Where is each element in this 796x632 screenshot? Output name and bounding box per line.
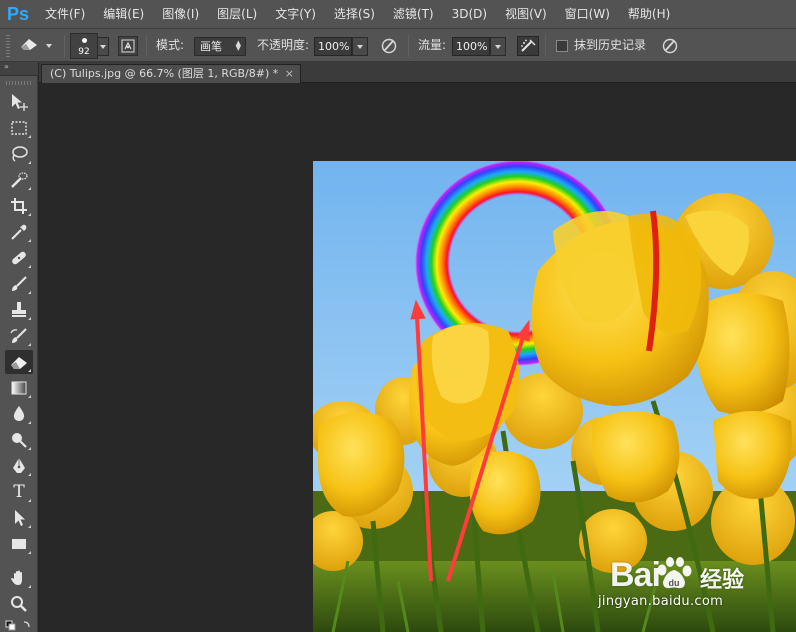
menu-file[interactable]: 文件(F) [36,0,94,28]
opacity-input[interactable]: 100% [314,37,352,56]
lasso-tool-icon[interactable] [5,142,33,166]
brush-tool-icon[interactable] [5,272,33,296]
baidu-paw-icon: du [654,556,694,595]
divider [64,35,65,57]
divider [545,35,546,57]
mode-label: 模式: [156,38,185,52]
airbrush-toggle[interactable] [517,36,539,56]
flow-dropdown[interactable] [490,37,506,56]
crop-tool-icon[interactable] [5,194,33,218]
document-tab[interactable]: (C) Tulips.jpg @ 66.7% (图层 1, RGB/8#) * … [41,64,301,83]
airbrush-icon [521,39,536,52]
menu-type[interactable]: 文字(Y) [266,0,325,28]
eyedropper-tool-icon[interactable] [5,220,33,244]
path-selection-tool-icon[interactable] [5,506,33,530]
menu-edit[interactable]: 编辑(E) [94,0,153,28]
svg-text:du: du [669,578,680,588]
chevron-down-icon [357,44,363,49]
chevron-down-icon [100,44,106,49]
menu-view[interactable]: 视图(V) [496,0,556,28]
watermark-brand: Bai [610,556,661,594]
flow-input[interactable]: 100% [452,37,490,56]
options-bar: 92 模式: 画笔 ▲ ▼ 不透明度: 100% 流量: 100% 抹到历史记录 [0,28,796,62]
flow-label: 流量: [418,38,447,52]
gradient-tool-icon[interactable] [5,376,33,400]
menu-bar: Ps 文件(F) 编辑(E) 图像(I) 图层(L) 文字(Y) 选择(S) 滤… [0,0,796,28]
menu-window[interactable]: 窗口(W) [556,0,619,28]
type-tool-icon[interactable]: T [5,480,33,504]
tool-preset-picker[interactable] [18,29,52,62]
marquee-tool-icon[interactable] [5,116,33,140]
zoom-tool-icon[interactable] [5,592,33,616]
opacity-label: 不透明度: [257,38,310,52]
erase-to-history-label: 抹到历史记录 [574,38,647,52]
healing-brush-tool-icon[interactable] [5,246,33,270]
document-tab-title: (C) Tulips.jpg @ 66.7% (图层 1, RGB/8#) * [50,67,279,80]
default-colors-icon[interactable] [4,618,34,632]
menu-filter[interactable]: 滤镜(T) [384,0,443,28]
chevron-down-icon [46,43,52,48]
options-bar-grip[interactable] [6,35,10,57]
pen-pressure-icon [381,38,397,54]
brush-preset-picker[interactable]: 92 [70,33,98,59]
divider [146,35,147,57]
watermark-brand-cn: 经验 [700,568,745,593]
quick-selection-tool-icon[interactable] [5,168,33,192]
opacity-dropdown[interactable] [352,37,368,56]
rectangle-tool-icon[interactable] [5,532,33,556]
pen-tool-icon[interactable] [5,454,33,478]
document-tab-bar: (C) Tulips.jpg @ 66.7% (图层 1, RGB/8#) * … [39,62,796,83]
watermark-url: jingyan.baidu.com [598,594,724,609]
photoshop-logo: Ps [6,3,30,24]
pen-pressure-size-icon [662,38,678,54]
menu-image[interactable]: 图像(I) [153,0,208,28]
brush-tip-icon [82,38,87,43]
mode-select[interactable]: 画笔 ▲ ▼ [194,37,246,56]
collapse-icon: » [4,62,9,71]
eraser-tool-icon[interactable] [5,350,33,374]
menu-help[interactable]: 帮助(H) [619,0,679,28]
brush-panel-toggle[interactable] [118,36,138,56]
tools-panel-header[interactable]: » [0,62,38,76]
menu-select[interactable]: 选择(S) [325,0,384,28]
pressure-opacity-button[interactable] [378,36,400,56]
move-tool-icon[interactable] [5,90,33,114]
erase-to-history-checkbox[interactable] [556,40,568,52]
dodge-tool-icon[interactable] [5,428,33,452]
close-icon[interactable]: × [285,65,294,82]
mode-value: 画笔 [200,40,222,53]
updown-arrows-icon: ▲ ▼ [235,39,241,52]
brush-preset-dropdown[interactable] [97,37,109,56]
tools-panel: » T [0,62,38,632]
pressure-size-button[interactable] [659,36,681,56]
menu-3d[interactable]: 3D(D) [443,0,496,28]
baidu-jingyan-watermark: Bai du 经验 jingyan.baidu.com [598,548,788,620]
tools-panel-grip[interactable] [6,81,32,85]
chevron-down-icon [495,44,501,49]
blur-tool-icon[interactable] [5,402,33,426]
history-brush-tool-icon[interactable] [5,324,33,348]
brush-panel-icon [121,39,135,53]
menu-layer[interactable]: 图层(L) [208,0,266,28]
brush-size: 92 [78,47,90,57]
eraser-icon [18,36,40,55]
divider [408,35,409,57]
hand-tool-icon[interactable] [5,566,33,590]
clone-stamp-tool-icon[interactable] [5,298,33,322]
